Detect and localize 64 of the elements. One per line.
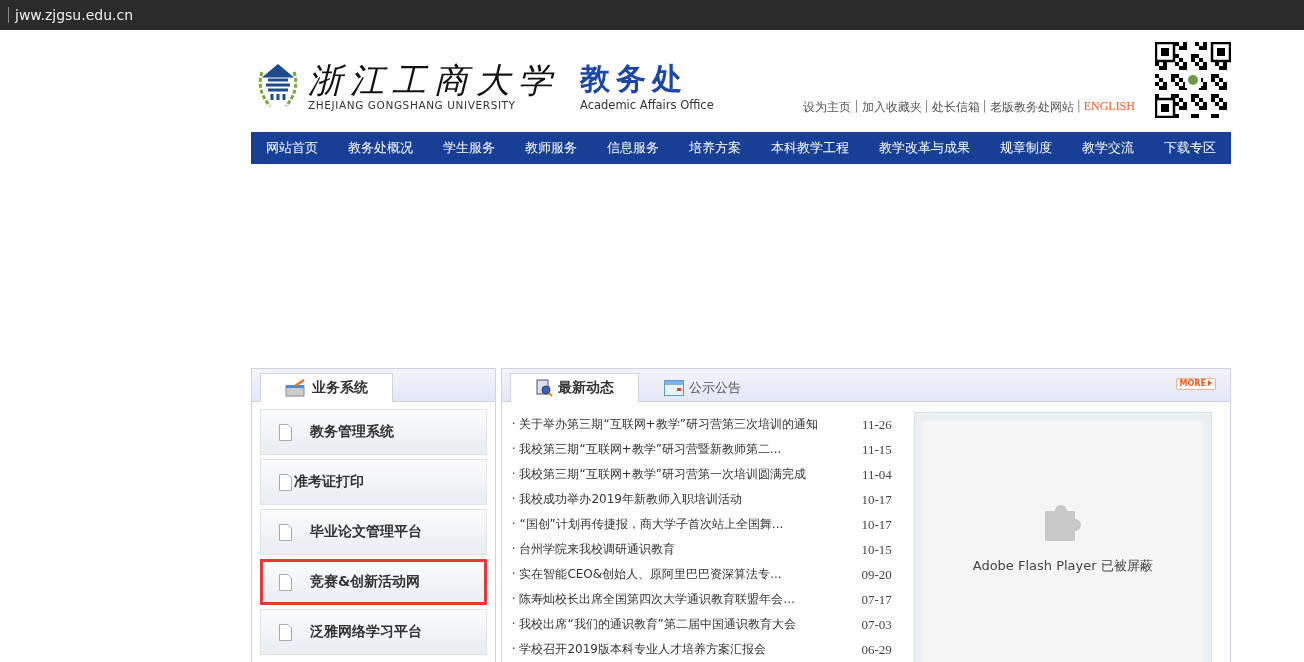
qr-code-icon (1155, 42, 1231, 118)
news-link[interactable]: · 我校第三期“互联网+教学”研习营暨新教师第二... (511, 441, 862, 458)
system-link[interactable]: 教务管理系统 (260, 409, 487, 455)
news-link[interactable]: · 实在智能CEO&创始人、原阿里巴巴资深算法专... (511, 566, 862, 583)
nav-link[interactable]: 信息服务 (607, 139, 659, 157)
news-link[interactable]: · 台州学院来我校调研通识教育 (511, 541, 862, 558)
news-date: 10-17 (861, 516, 892, 533)
nav-link[interactable]: 学生服务 (443, 139, 495, 157)
system-link[interactable]: 泛雅网络学习平台 (260, 609, 487, 655)
systems-tab[interactable]: 业务系统 (260, 373, 393, 402)
news-link[interactable]: · “国创”计划再传捷报，商大学子首次站上全国舞... (511, 516, 862, 533)
news-date: 07-17 (861, 591, 892, 608)
nav-link[interactable]: 网站首页 (266, 139, 318, 157)
nav-link[interactable]: 本科教学工程 (771, 139, 849, 157)
news-date: 10-17 (861, 491, 892, 508)
news-link[interactable]: · 我校成功举办2019年新教师入职培训活动 (511, 491, 862, 508)
news-link[interactable]: · 学校召开2019版本科专业人才培养方案汇报会 (511, 641, 862, 658)
news-date: 10-15 (861, 541, 892, 558)
system-link[interactable]: 毕业论文管理平台 (260, 509, 487, 555)
document-icon (279, 423, 292, 441)
news-date: 09-20 (861, 566, 892, 583)
document-icon (279, 623, 292, 641)
link-separator: | (982, 99, 987, 115)
nav-link[interactable]: 教师服务 (525, 139, 577, 157)
arrow-right-icon (1208, 380, 1212, 386)
nav-link[interactable]: 下载专区 (1164, 139, 1216, 157)
office-name-english: Academic Affairs Office (580, 98, 714, 112)
header-link[interactable]: ENGLISH (1083, 99, 1135, 116)
nav-link[interactable]: 培养方案 (689, 139, 741, 157)
system-link[interactable]: 准考证打印 (260, 459, 487, 505)
link-separator: | (1076, 99, 1081, 115)
address-bar-url[interactable]: jww.zjgsu.edu.cn (8, 7, 134, 23)
news-link[interactable]: · 陈寿灿校长出席全国第四次大学通识教育联盟年会... (511, 591, 862, 608)
nav-link[interactable]: 规章制度 (1000, 139, 1052, 157)
magnifier-document-icon (534, 379, 553, 397)
header-link[interactable]: 处长信箱 (931, 99, 980, 116)
news-tab[interactable]: 公示公告 (638, 373, 766, 402)
header-link[interactable]: 设为主页 (803, 99, 852, 116)
header-link[interactable]: 加入收藏夹 (861, 99, 922, 116)
document-icon (279, 473, 292, 491)
nav-link[interactable]: 教学改革与成果 (879, 139, 970, 157)
news-link[interactable]: · 关于举办第三期“互联网+教学”研习营第三次培训的通知 (511, 416, 862, 433)
link-separator: | (924, 99, 929, 115)
news-tab[interactable]: 最新动态 (509, 373, 639, 402)
news-date: 11-26 (861, 416, 892, 433)
news-date: 07-03 (861, 616, 892, 633)
document-icon (279, 573, 292, 591)
nav-link[interactable]: 教学交流 (1082, 139, 1134, 157)
office-name: 教务处 (580, 60, 689, 98)
notepad-pencil-icon (285, 379, 307, 397)
window-icon (663, 380, 684, 396)
news-date: 11-15 (861, 441, 892, 458)
news-date: 06-29 (861, 641, 892, 658)
plugin-blocked-message: Adobe Flash Player 已被屏蔽 (972, 557, 1153, 575)
link-separator: | (854, 99, 859, 115)
news-date: 11-04 (861, 466, 892, 483)
university-name: 浙江工商大学 (308, 61, 560, 99)
university-name-english: ZHEJIANG GONGSHANG UNIVERSITY (308, 99, 517, 111)
news-link[interactable]: · 我校第三期“互联网+教学”研习营第一次培训圆满完成 (511, 466, 862, 483)
news-link[interactable]: · 我校出席“我们的通识教育”第二届中国通识教育大会 (511, 616, 862, 633)
header-link[interactable]: 老版教务处网站 (989, 99, 1074, 116)
document-icon (279, 523, 292, 541)
system-link[interactable]: 竞赛&创新活动网 (260, 559, 487, 605)
nav-link[interactable]: 教务处概况 (348, 139, 413, 157)
